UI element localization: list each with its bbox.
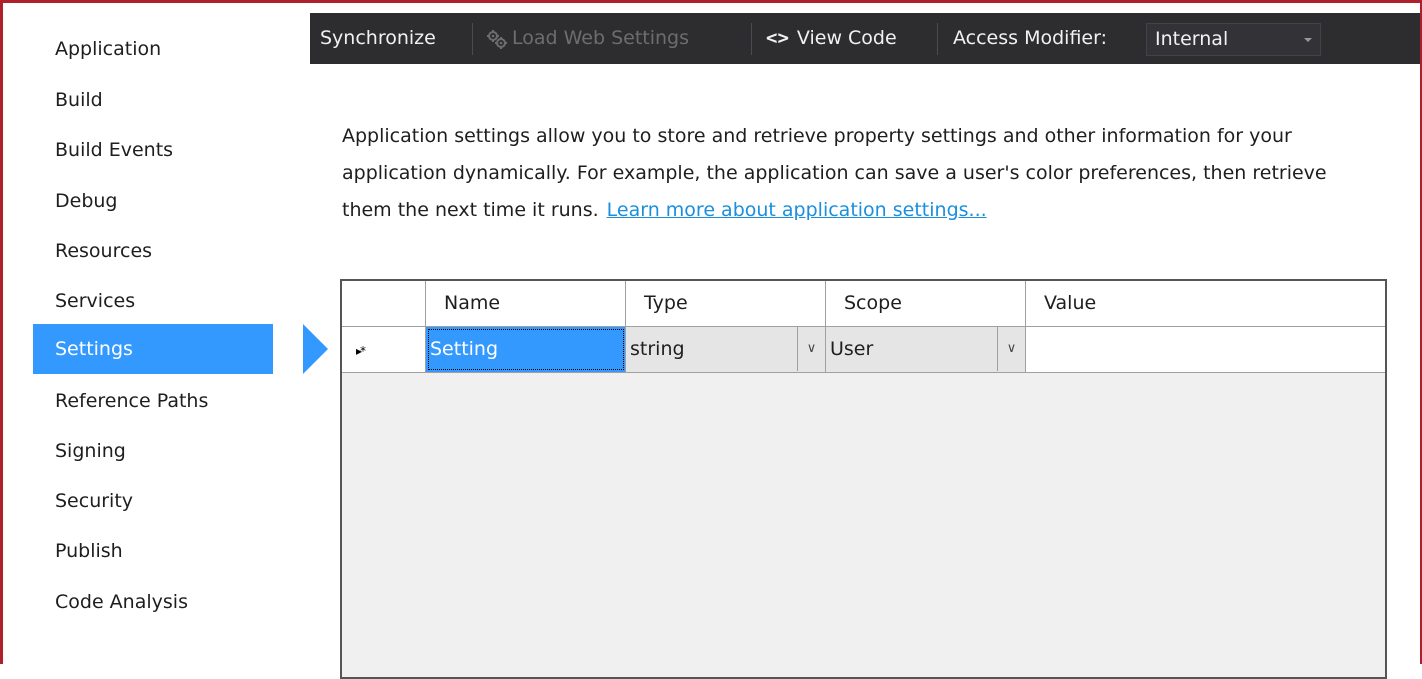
access-modifier-dropdown[interactable]: Internal	[1146, 23, 1321, 56]
toolbar-separator	[751, 23, 752, 55]
sidebar-item-label: Security	[55, 490, 134, 512]
sidebar-item-publish[interactable]: Publish	[33, 526, 273, 576]
sidebar-item-code-analysis[interactable]: Code Analysis	[33, 577, 273, 627]
value-cell[interactable]	[1026, 327, 1385, 372]
selection-arrow-icon	[303, 324, 328, 374]
row-header-column	[342, 281, 426, 326]
scope-value: User	[830, 338, 874, 360]
type-cell[interactable]: string ∨	[626, 327, 826, 372]
column-header-value[interactable]: Value	[1026, 281, 1385, 326]
sidebar-item-label: Code Analysis	[55, 591, 188, 613]
sidebar-item-settings[interactable]: Settings	[33, 324, 328, 374]
scope-dropdown-chevron-icon[interactable]: ∨	[997, 327, 1025, 371]
gears-icon	[487, 29, 507, 49]
toolbar-separator	[937, 23, 938, 55]
toolbar-separator	[472, 23, 473, 55]
sidebar-item-label: Build Events	[55, 139, 174, 161]
dropdown-arrow-icon	[1304, 38, 1312, 42]
sidebar-item-build-events[interactable]: Build Events	[33, 125, 273, 175]
sidebar-item-label: Services	[55, 290, 136, 312]
new-row-indicator-icon: ▸*	[356, 344, 366, 358]
column-header-scope[interactable]: Scope	[826, 281, 1026, 326]
sidebar-item-services[interactable]: Services	[33, 276, 273, 326]
load-web-settings-button[interactable]: Load Web Settings	[486, 13, 689, 64]
sidebar-item-signing[interactable]: Signing	[33, 426, 273, 476]
sidebar-item-resources[interactable]: Resources	[33, 226, 273, 276]
scope-cell[interactable]: User ∨	[826, 327, 1026, 372]
sidebar-item-label: Signing	[55, 440, 126, 462]
settings-description: Application settings allow you to store …	[342, 118, 1352, 229]
sidebar-item-label: Debug	[55, 190, 118, 212]
access-modifier-label: Access Modifier:	[953, 27, 1107, 49]
sidebar-item-label: Settings	[55, 338, 133, 360]
sidebar-item-reference-paths[interactable]: Reference Paths	[33, 376, 273, 426]
synchronize-label: Synchronize	[320, 27, 436, 49]
sidebar-item-label: Publish	[55, 540, 123, 562]
name-cell[interactable]: Setting	[426, 327, 626, 372]
sidebar-item-security[interactable]: Security	[33, 476, 273, 526]
project-properties-sidebar: Application Build Build Events Debug Res…	[3, 3, 328, 664]
settings-toolbar: Synchronize Load Web Settings <> View Cod…	[310, 13, 1420, 64]
view-code-button[interactable]: <> View Code	[766, 13, 897, 64]
sidebar-item-debug[interactable]: Debug	[33, 176, 273, 226]
settings-grid: Name Type Scope Value ▸* Setting string …	[340, 279, 1387, 679]
synchronize-button[interactable]: Synchronize	[320, 13, 436, 64]
column-header-type[interactable]: Type	[626, 281, 826, 326]
sidebar-item-application[interactable]: Application	[33, 24, 273, 74]
column-header-name[interactable]: Name	[426, 281, 626, 326]
view-code-label: View Code	[796, 27, 897, 49]
table-row: ▸* Setting string ∨ User ∨	[342, 327, 1385, 373]
sidebar-item-label: Build	[55, 89, 103, 111]
sidebar-item-label: Resources	[55, 240, 153, 262]
sidebar-item-label: Reference Paths	[55, 390, 209, 412]
sidebar-item-label: Application	[55, 38, 162, 60]
access-modifier-value: Internal	[1155, 28, 1229, 50]
sidebar-item-build[interactable]: Build	[33, 75, 273, 125]
code-icon: <>	[766, 27, 789, 49]
grid-header-row: Name Type Scope Value	[342, 281, 1385, 327]
load-web-settings-label: Load Web Settings	[512, 27, 690, 49]
type-value: string	[630, 338, 685, 360]
type-dropdown-chevron-icon[interactable]: ∨	[797, 327, 825, 371]
learn-more-link[interactable]: Learn more about application settings...	[607, 199, 987, 221]
name-value: Setting	[430, 338, 499, 360]
new-row-marker[interactable]: ▸*	[342, 327, 426, 372]
